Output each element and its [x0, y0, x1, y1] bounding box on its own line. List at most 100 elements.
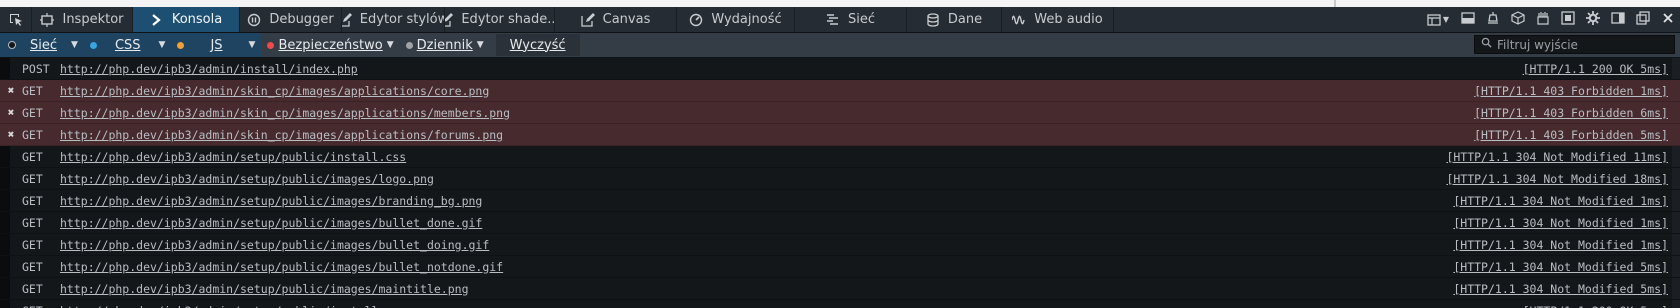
settings-button[interactable]	[1580, 7, 1605, 32]
tab-canvas[interactable]: Canvas	[555, 7, 677, 32]
filter-logging-button[interactable]: Dziennik ▼	[400, 33, 490, 57]
undock-icon	[1635, 10, 1650, 29]
tab-storage[interactable]: Dane	[907, 7, 1002, 32]
tab-console[interactable]: Konsola	[133, 7, 240, 32]
error-icon: ✖	[7, 128, 15, 141]
request-method: GET	[22, 105, 43, 120]
tab-shader-editor[interactable]: Edytor shade...	[445, 7, 555, 32]
tab-performance[interactable]: Wydajność	[677, 7, 795, 32]
tab-debugger[interactable]: Debugger	[240, 7, 342, 32]
request-url-link[interactable]: http://php.dev/ipb3/admin/setup/public/i…	[60, 238, 489, 252]
3d-view-icon	[1510, 10, 1525, 29]
response-status-link[interactable]: [HTTP/1.1 403 Forbidden 5ms]	[1474, 128, 1668, 142]
logging-indicator-dot	[405, 41, 413, 49]
tab-label: Dane	[947, 12, 983, 27]
debugger-icon	[247, 13, 261, 27]
log-row: GEThttp://php.dev/ipb3/admin/setup/publi…	[0, 146, 1680, 168]
filter-output-input[interactable]	[1497, 37, 1667, 52]
request-method: GET	[22, 215, 43, 230]
response-status-link[interactable]: [HTTP/1.1 304 Not Modified 1ms]	[1453, 216, 1668, 230]
style-editor-icon	[342, 12, 352, 27]
chevron-down-icon: ▼	[158, 40, 166, 50]
response-status-link[interactable]: [HTTP/1.1 403 Forbidden 6ms]	[1474, 106, 1668, 120]
request-url-link[interactable]: http://php.dev/ipb3/admin/setup/public/i…	[60, 282, 469, 296]
paint-flashing-button[interactable]	[1530, 7, 1555, 32]
response-status-link[interactable]: [HTTP/1.1 304 Not Modified 1ms]	[1453, 194, 1668, 208]
response-status-link[interactable]: [HTTP/1.1 304 Not Modified 5ms]	[1453, 260, 1668, 274]
request-url-link[interactable]: http://php.dev/ipb3/admin/setup/public/i…	[60, 194, 482, 208]
screenshot-button[interactable]	[1555, 7, 1580, 32]
response-status-link[interactable]: [HTTP/1.1 200 OK 5ms]	[1523, 62, 1668, 76]
dock-side-icon	[1610, 10, 1625, 29]
clear-button[interactable]: Wyczyść	[495, 34, 580, 56]
undock-button[interactable]	[1630, 7, 1655, 32]
3d-view-button[interactable]	[1505, 7, 1530, 32]
browser-frame-strip	[0, 0, 1680, 7]
tab-label: Konsola	[171, 12, 223, 27]
log-row: GET http://php.dev/ipb3/admin/setup/publi…	[0, 168, 1680, 190]
tab-style-editor[interactable]: Edytor stylów	[342, 7, 445, 32]
split-console-button[interactable]	[1455, 7, 1480, 32]
responsive-design-button[interactable]	[1480, 7, 1505, 32]
element-picker-button[interactable]	[0, 7, 32, 32]
log-row: POST http://php.dev/ipb3/admin/install/in…	[0, 58, 1680, 80]
response-status-link[interactable]: [HTTP/1.1 304 Not Modified 5ms]	[1453, 282, 1668, 296]
js-indicator-dot	[177, 41, 185, 49]
log-row: GEThttp://php.dev/ipb3/admin/setup/publi…	[0, 300, 1680, 308]
net-indicator-dot	[8, 41, 16, 49]
screenshot-icon	[1560, 10, 1575, 29]
responsive-design-icon	[1486, 10, 1500, 29]
devtools-toolbar: Inspektor Konsola Debugger Edytor stylów…	[0, 7, 1680, 33]
filter-net-button[interactable]: Sieć ▼	[0, 33, 84, 57]
frame-select-icon: ▼	[1427, 13, 1449, 27]
log-row: GEThttp://php.dev/ipb3/admin/setup/publi…	[0, 234, 1680, 256]
paint-flashing-icon	[1536, 10, 1550, 29]
tab-label: Edytor shade...	[461, 12, 555, 27]
request-url-link[interactable]: http://php.dev/ipb3/admin/skin_cp/images…	[60, 128, 503, 142]
response-status-link[interactable]: [HTTP/1.1 304 Not Modified 18ms]	[1446, 172, 1668, 186]
request-url-link[interactable]: http://php.dev/ipb3/admin/setup/public/i…	[60, 304, 399, 308]
element-picker-icon	[9, 13, 23, 27]
tab-label: Canvas	[602, 12, 651, 27]
log-row: ✖ GET http://php.dev/ipb3/admin/skin_cp/im…	[0, 80, 1680, 102]
web-audio-icon	[1012, 13, 1026, 27]
filter-js-label: JS	[210, 37, 223, 53]
dock-side-button[interactable]	[1605, 7, 1630, 32]
request-url-link[interactable]: http://php.dev/ipb3/admin/skin_cp/images…	[60, 84, 489, 98]
request-url-link[interactable]: http://php.dev/ipb3/admin/setup/public/i…	[60, 172, 434, 186]
split-console-icon	[1460, 10, 1475, 29]
filter-output-field[interactable]	[1474, 35, 1675, 54]
shader-editor-icon	[445, 12, 454, 27]
performance-icon	[689, 13, 703, 27]
filter-security-button[interactable]: Bezpieczeństwo ▼	[261, 33, 399, 57]
chevron-down-icon: ▼	[386, 40, 394, 50]
response-status-link[interactable]: [HTTP/1.1 403 Forbidden 1ms]	[1474, 84, 1668, 98]
response-status-link[interactable]: [HTTP/1.1 200 OK 5ms]	[1523, 304, 1668, 308]
network-icon	[826, 13, 840, 27]
chevron-down-icon: ▼	[476, 40, 484, 50]
response-status-link[interactable]: [HTTP/1.1 304 Not Modified 1ms]	[1453, 238, 1668, 252]
filter-js-button[interactable]: JS ▼	[171, 33, 262, 57]
tab-web-audio[interactable]: Web audio	[1002, 7, 1114, 32]
request-url-link[interactable]: http://php.dev/ipb3/admin/setup/public/i…	[60, 260, 503, 274]
request-method: POST	[22, 61, 50, 76]
tab-inspector[interactable]: Inspektor	[32, 7, 133, 32]
tab-network[interactable]: Sieć	[795, 7, 907, 32]
request-url-link[interactable]: http://php.dev/ipb3/admin/skin_cp/images…	[60, 106, 510, 120]
request-url-link[interactable]: http://php.dev/ipb3/admin/setup/public/i…	[60, 216, 482, 230]
response-status-link[interactable]: [HTTP/1.1 304 Not Modified 11ms]	[1446, 150, 1668, 164]
request-method: GET	[22, 171, 43, 186]
css-indicator-dot	[89, 41, 97, 49]
filter-css-button[interactable]: CSS ▼	[83, 33, 172, 57]
request-url-link[interactable]: http://php.dev/ipb3/admin/setup/public/i…	[60, 150, 406, 164]
log-row: GEThttp://php.dev/ipb3/admin/setup/publi…	[0, 190, 1680, 212]
canvas-icon	[580, 12, 595, 27]
log-row: GEThttp://php.dev/ipb3/admin/setup/publi…	[0, 256, 1680, 278]
request-url-link[interactable]: http://php.dev/ipb3/admin/install/index.…	[60, 62, 358, 76]
chevron-down-icon: ▼	[248, 40, 256, 50]
tab-label: Edytor stylów	[359, 12, 445, 27]
close-devtools-button[interactable]	[1655, 7, 1680, 32]
frame-select-button[interactable]: ▼	[1421, 7, 1455, 32]
close-icon	[1661, 10, 1675, 29]
filter-logging-label: Dziennik	[416, 37, 473, 53]
